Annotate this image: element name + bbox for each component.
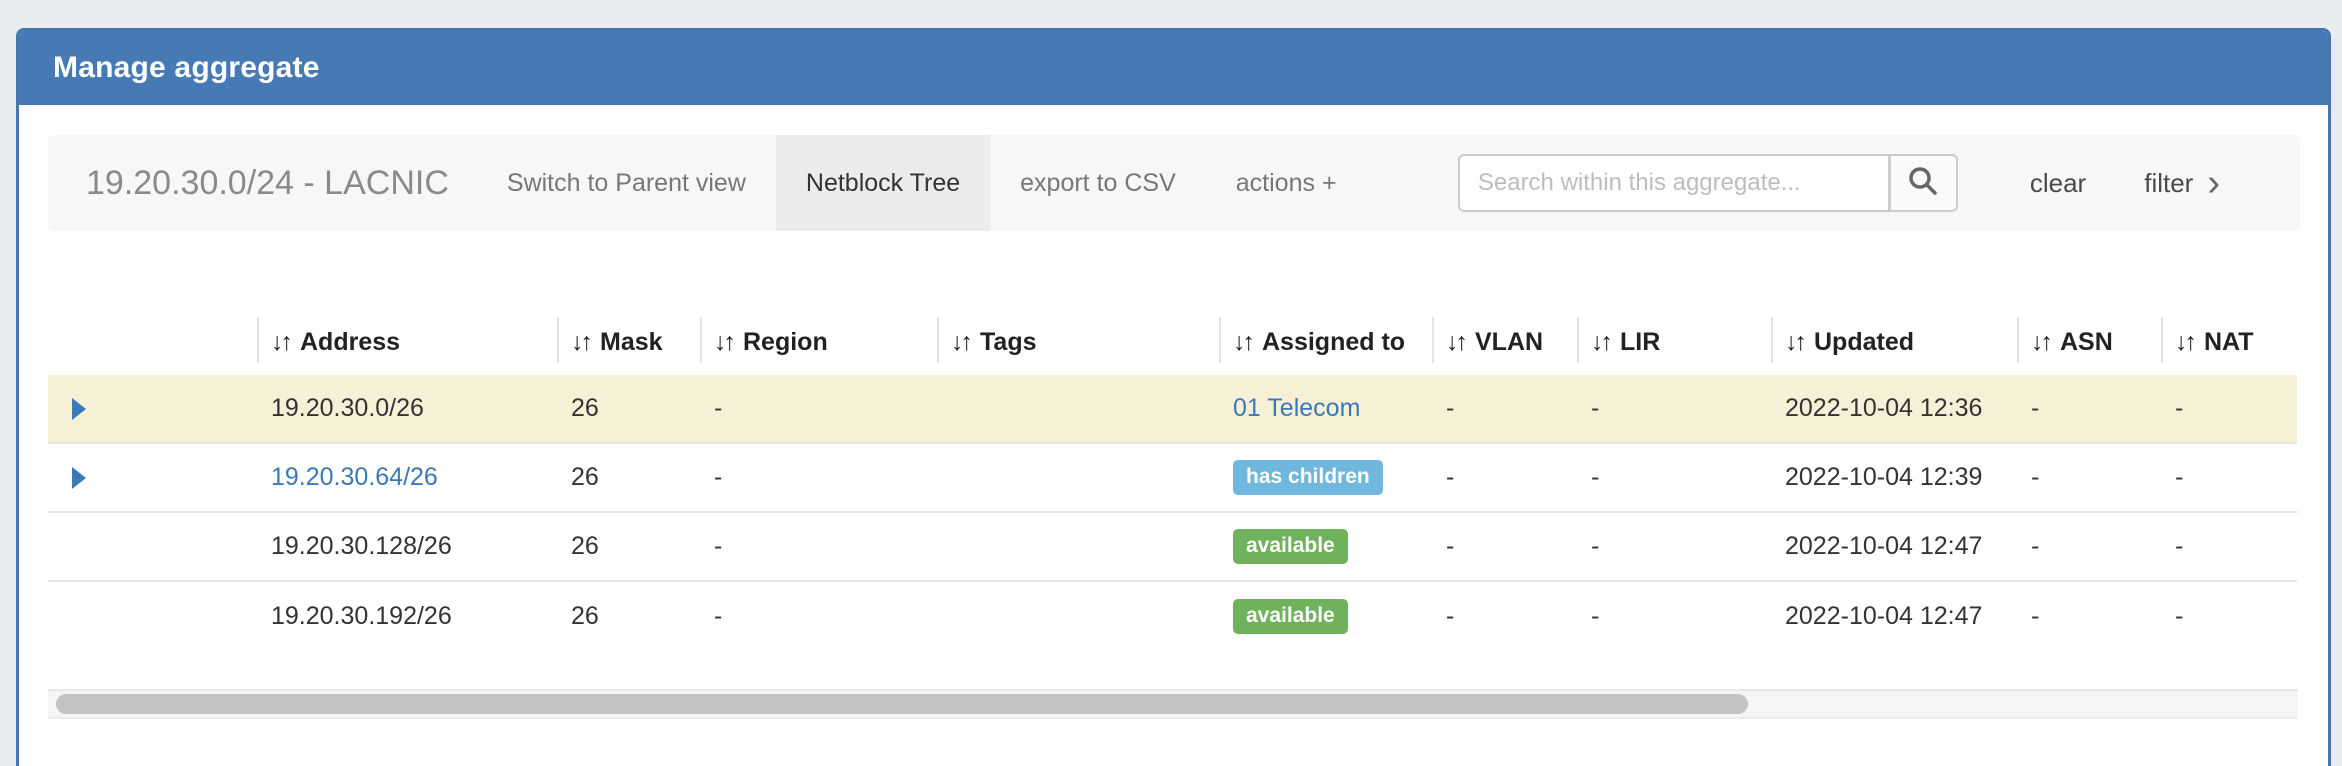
cell-updated: 2022-10-04 12:39 (1771, 463, 2017, 492)
expand-triangle-icon[interactable] (72, 467, 86, 489)
column-label: Assigned to (1262, 328, 1405, 357)
status-badge: available (1233, 599, 1348, 633)
column-header-address[interactable]: ↓↑ Address (257, 309, 557, 375)
column-label: Mask (600, 328, 663, 357)
table-row: 19.20.30.192/26 26 - available - - 2022-… (48, 582, 2297, 651)
column-header-mask[interactable]: ↓↑ Mask (557, 309, 700, 375)
cell-mask: 26 (557, 532, 700, 561)
manage-aggregate-panel: Manage aggregate 19.20.30.0/24 - LACNIC … (16, 28, 2331, 766)
cell-asn: - (2017, 602, 2161, 631)
column-label: ASN (2060, 328, 2113, 357)
cell-mask: 26 (557, 602, 700, 631)
column-header-region[interactable]: ↓↑ Region (700, 309, 937, 375)
table-row: 19.20.30.0/26 26 - 01 Telecom - - 2022-1… (48, 375, 2297, 444)
column-label: Tags (980, 328, 1037, 357)
panel-header: Manage aggregate (19, 31, 2328, 105)
clear-button[interactable]: clear (2030, 168, 2086, 199)
expand-cell (48, 444, 257, 511)
cell-vlan: - (1432, 394, 1577, 423)
cell-vlan: - (1432, 602, 1577, 631)
horizontal-scrollbar-thumb[interactable] (56, 694, 1748, 714)
cell-asn: - (2017, 394, 2161, 423)
column-label: Updated (1814, 328, 1914, 357)
expand-cell (48, 375, 257, 442)
cell-updated: 2022-10-04 12:36 (1771, 394, 2017, 423)
cell-nat: - (2161, 532, 2297, 561)
column-header-asn[interactable]: ↓↑ ASN (2017, 309, 2161, 375)
table-row: 19.20.30.128/26 26 - available - - 2022-… (48, 513, 2297, 582)
filter-button[interactable]: filter › (2144, 168, 2220, 199)
sort-icon: ↓↑ (271, 328, 290, 357)
expand-cell (48, 513, 257, 580)
page-title: Manage aggregate (53, 51, 320, 85)
column-label: Address (300, 328, 400, 357)
sort-icon: ↓↑ (1446, 328, 1465, 357)
cell-lir: - (1577, 532, 1771, 561)
cell-nat: - (2161, 463, 2297, 492)
sort-icon: ↓↑ (1233, 328, 1252, 357)
expand-triangle-icon[interactable] (72, 398, 86, 420)
search-icon (1907, 165, 1939, 202)
status-badge: available (1233, 529, 1348, 563)
cell-vlan: - (1432, 463, 1577, 492)
cell-address: 19.20.30.128/26 (257, 532, 557, 561)
cell-vlan: - (1432, 532, 1577, 561)
column-label: VLAN (1475, 328, 1543, 357)
cell-updated: 2022-10-04 12:47 (1771, 532, 2017, 561)
column-header-nat[interactable]: ↓↑ NAT (2161, 309, 2297, 375)
filter-label: filter (2144, 168, 2193, 199)
cell-address: 19.20.30.0/26 (257, 394, 557, 423)
switch-to-parent-view-button[interactable]: Switch to Parent view (477, 135, 776, 231)
cell-asn: - (2017, 532, 2161, 561)
netblock-table: ↓↑ Address ↓↑ Mask ↓↑ Region ↓↑ Tags ↓↑ Assig… (48, 309, 2297, 651)
cell-mask: 26 (557, 463, 700, 492)
status-badge: has children (1233, 460, 1383, 494)
cell-nat: - (2161, 602, 2297, 631)
horizontal-scrollbar-track[interactable] (48, 689, 2298, 719)
column-label: NAT (2204, 328, 2254, 357)
cell-region: - (700, 532, 937, 561)
column-header-tags[interactable]: ↓↑ Tags (937, 309, 1219, 375)
column-header-lir[interactable]: ↓↑ LIR (1577, 309, 1771, 375)
cell-nat: - (2161, 394, 2297, 423)
cell-lir: - (1577, 602, 1771, 631)
sort-icon: ↓↑ (571, 328, 590, 357)
sort-icon: ↓↑ (1785, 328, 1804, 357)
column-header-updated[interactable]: ↓↑ Updated (1771, 309, 2017, 375)
sort-icon: ↓↑ (714, 328, 733, 357)
sort-icon: ↓↑ (1591, 328, 1610, 357)
cell-region: - (700, 394, 937, 423)
export-to-csv-button[interactable]: export to CSV (990, 135, 1206, 231)
chevron-right-icon: › (2207, 170, 2220, 196)
column-label: LIR (1620, 328, 1660, 357)
sort-icon: ↓↑ (951, 328, 970, 357)
column-header-assigned-to[interactable]: ↓↑ Assigned to (1219, 309, 1432, 375)
cell-address: 19.20.30.192/26 (257, 602, 557, 631)
aggregate-toolbar: 19.20.30.0/24 - LACNIC Switch to Parent … (48, 135, 2300, 231)
cell-lir: - (1577, 463, 1771, 492)
cell-mask: 26 (557, 394, 700, 423)
search-group (1458, 154, 1958, 212)
aggregate-title: 19.20.30.0/24 - LACNIC (86, 164, 449, 203)
cell-updated: 2022-10-04 12:47 (1771, 602, 2017, 631)
search-input[interactable] (1458, 154, 1890, 212)
cell-lir: - (1577, 394, 1771, 423)
table-header-row: ↓↑ Address ↓↑ Mask ↓↑ Region ↓↑ Tags ↓↑ Assig… (48, 309, 2297, 375)
cell-region: - (700, 463, 937, 492)
column-label: Region (743, 328, 828, 357)
address-link[interactable]: 19.20.30.64/26 (271, 463, 438, 491)
sort-icon: ↓↑ (2175, 328, 2194, 357)
table-row: 19.20.30.64/26 26 - has children - - 202… (48, 444, 2297, 513)
column-header-vlan[interactable]: ↓↑ VLAN (1432, 309, 1577, 375)
netblock-tree-tab[interactable]: Netblock Tree (776, 135, 990, 231)
sort-icon: ↓↑ (2031, 328, 2050, 357)
assigned-to-link[interactable]: 01 Telecom (1233, 394, 1360, 422)
expand-cell (48, 582, 257, 651)
search-button[interactable] (1890, 154, 1958, 212)
cell-region: - (700, 602, 937, 631)
actions-menu-button[interactable]: actions + (1206, 135, 1367, 231)
cell-asn: - (2017, 463, 2161, 492)
